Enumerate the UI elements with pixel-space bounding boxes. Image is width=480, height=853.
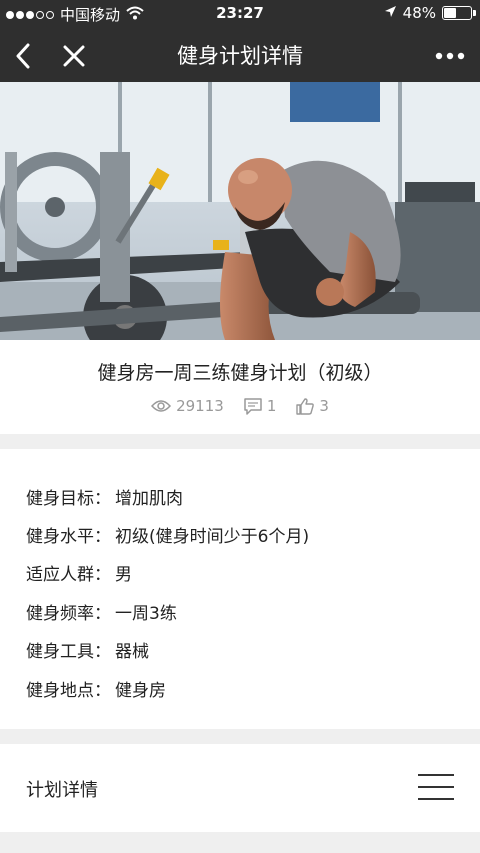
thumbs-up-icon	[296, 397, 315, 415]
info-label: 适应人群：	[26, 565, 111, 586]
battery-percent: 48%	[402, 4, 436, 22]
eye-icon	[151, 400, 172, 412]
info-label: 健身地点：	[26, 680, 111, 701]
views-count: 29113	[176, 397, 224, 415]
menu-icon[interactable]	[418, 772, 454, 802]
info-value: 增加肌肉	[115, 488, 183, 509]
info-value: 初级(健身时间少于6个月)	[115, 527, 310, 548]
plan-title-card: 健身房一周三练健身计划（初级） 29113 1 3	[0, 340, 480, 434]
info-label: 健身频率：	[26, 603, 111, 624]
status-right: 48%	[384, 4, 476, 22]
nav-bar: 健身计划详情	[0, 28, 480, 82]
more-dots-icon	[435, 52, 465, 60]
info-row-goal: 健身目标： 增加肌肉	[26, 477, 480, 515]
likes-stat[interactable]: 3	[296, 397, 329, 415]
plan-info-card: 健身目标： 增加肌肉 健身水平： 初级(健身时间少于6个月) 适应人群： 男 健…	[0, 449, 480, 729]
plan-title: 健身房一周三练健身计划（初级）	[97, 362, 383, 384]
info-row-location: 健身地点： 健身房	[26, 669, 480, 707]
page-title: 健身计划详情	[177, 44, 303, 68]
info-row-equipment: 健身工具： 器械	[26, 631, 480, 669]
comment-icon	[244, 397, 262, 415]
hero-image	[0, 82, 480, 340]
plan-detail-label: 计划详情	[26, 780, 98, 801]
likes-count: 3	[319, 397, 329, 415]
comments-count: 1	[266, 397, 277, 415]
comments-stat[interactable]: 1	[244, 397, 277, 415]
views-stat: 29113	[151, 397, 224, 415]
gym-photo	[0, 82, 480, 340]
battery-icon	[442, 6, 476, 20]
info-value: 器械	[115, 642, 149, 663]
info-value: 健身房	[115, 680, 166, 701]
plan-detail-card[interactable]: 计划详情	[0, 744, 480, 832]
info-row-frequency: 健身频率： 一周3练	[26, 592, 480, 630]
location-arrow-icon	[384, 4, 397, 22]
info-row-level: 健身水平： 初级(健身时间少于6个月)	[26, 515, 480, 553]
info-label: 健身水平：	[26, 527, 111, 548]
info-value: 男	[115, 565, 132, 586]
info-label: 健身工具：	[26, 642, 111, 663]
status-bar: 中国移动 23:27 48%	[0, 0, 480, 28]
info-row-audience: 适应人群： 男	[26, 554, 480, 592]
plan-stats: 29113 1 3	[0, 397, 480, 415]
info-label: 健身目标：	[26, 488, 111, 509]
more-button[interactable]	[430, 36, 470, 76]
info-value: 一周3练	[115, 603, 177, 624]
